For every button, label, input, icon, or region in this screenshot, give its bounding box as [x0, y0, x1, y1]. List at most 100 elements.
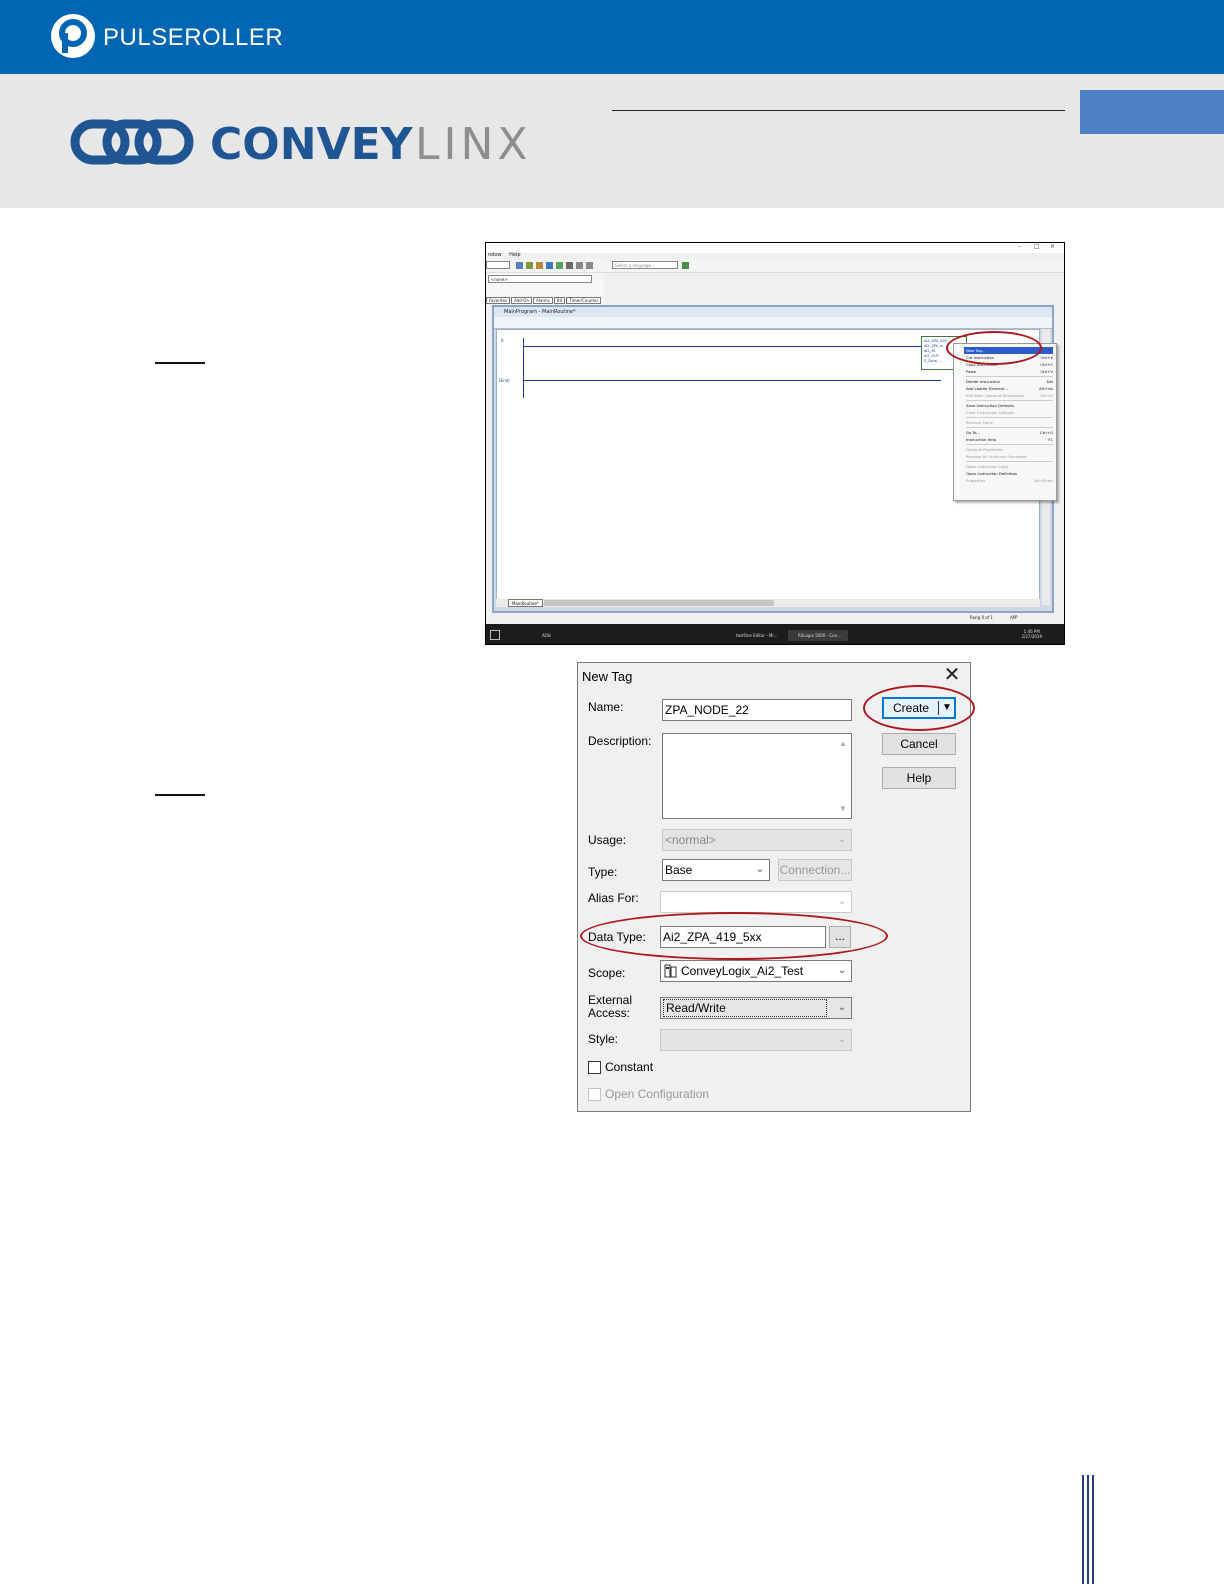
context-menu-item-label: Paste	[966, 369, 977, 374]
context-menu-item-label: Instruction Help	[966, 437, 997, 442]
help-button[interactable]: Help	[882, 767, 956, 789]
maximize-icon[interactable]: □	[1034, 243, 1040, 250]
tab-add-on[interactable]: Add-On	[511, 297, 533, 304]
context-menu: New Tag... Cut Instruction Ctrl+X Copy Inst…	[953, 343, 1057, 501]
data-type-browse-button[interactable]: ...	[829, 926, 851, 948]
name-label: Name:	[588, 700, 624, 714]
controller-icon	[664, 964, 677, 978]
chevron-down-icon[interactable]: ⌄	[835, 998, 849, 1018]
context-menu-item: Open Instruction Logic	[966, 463, 1053, 470]
context-menu-item[interactable]: Open Instruction Definition	[966, 470, 1053, 477]
header-accent-box	[1080, 90, 1224, 134]
context-menu-item[interactable]: Save Instruction Defaults	[966, 402, 1053, 409]
routine-tab[interactable]: MainRoutine*	[508, 599, 543, 607]
context-menu-item[interactable]: Instruction Help F1	[966, 436, 1053, 443]
context-menu-item[interactable]: Delete Instruction Del	[966, 378, 1053, 385]
chevron-down-icon[interactable]: ⌄	[835, 961, 849, 981]
context-menu-item: Edit Main Operand Description Ctrl+D	[966, 392, 1053, 399]
context-menu-shortcut: F1	[1048, 437, 1053, 442]
zoom-out-icon[interactable]	[586, 262, 593, 269]
close-icon[interactable]: ✕	[942, 664, 962, 686]
tab-favorites[interactable]: Favorites	[486, 297, 511, 304]
pulseroller-logo-icon	[51, 14, 95, 58]
context-menu-item-label: Remove All Unknown Parameter	[966, 454, 1028, 459]
toolbar-icon[interactable]	[566, 262, 573, 269]
chevron-down-icon[interactable]: ⌄	[753, 860, 767, 880]
taskbar-item[interactable]: testOne Editor - Mi...	[726, 630, 784, 641]
context-menu-separator	[966, 417, 1053, 418]
create-dropdown-icon[interactable]: ▼	[940, 699, 954, 717]
context-menu-item-label: Open Instruction Logic	[966, 464, 1009, 469]
start-icon[interactable]	[490, 630, 500, 640]
toolbar-icon[interactable]	[546, 262, 553, 269]
create-button[interactable]: Create ▼	[882, 697, 956, 719]
toolbar-icon[interactable]	[516, 262, 523, 269]
context-menu-shortcut: Ctrl+X	[1040, 355, 1053, 360]
status-rung: Rung 0 of 1	[970, 615, 993, 620]
zoom-in-icon[interactable]	[576, 262, 583, 269]
toolbar-icon[interactable]	[536, 262, 543, 269]
context-menu-shortcut: Ctrl+C	[1040, 362, 1053, 367]
context-menu-item: Clear Instruction Defaults	[966, 409, 1053, 416]
context-menu-item: Remove All Unknown Parameter	[966, 453, 1053, 460]
studio5000-screenshot: – □ × ndow Help Select a language... <no…	[485, 242, 1065, 645]
toolbar-icon[interactable]	[526, 262, 533, 269]
style-label: Style:	[588, 1032, 619, 1046]
constant-checkbox[interactable]	[588, 1061, 601, 1074]
constant-label[interactable]: Constant	[605, 1060, 653, 1074]
close-icon[interactable]: ×	[1050, 243, 1055, 250]
status-bar: Rung 0 of 1 APP	[486, 613, 1064, 623]
open-configuration-checkbox	[588, 1088, 601, 1101]
language-select[interactable]: Select a language...	[612, 261, 678, 269]
header-rule	[612, 110, 1065, 111]
external-access-select[interactable]: Read/Write ⌄	[660, 997, 852, 1019]
context-menu-separator	[966, 461, 1053, 462]
type-select[interactable]: Base ⌄	[662, 859, 770, 881]
taskbar-item-active[interactable]: RSLogix 5000 - Con...	[788, 630, 848, 641]
taskbar-item[interactable]: AOIs	[532, 630, 582, 641]
left-combo[interactable]: <none>	[488, 275, 592, 283]
description-field[interactable]: ▲ ▼	[662, 733, 852, 819]
context-menu-item[interactable]: Paste Ctrl+V	[966, 368, 1053, 375]
usage-value: <normal>	[665, 833, 716, 847]
context-menu-shortcut: Ctrl+V	[1040, 369, 1053, 374]
connection-button: Connection...	[778, 859, 852, 881]
context-menu-separator	[966, 400, 1053, 401]
brand-header-bar: PULSEROLLER	[0, 0, 1224, 74]
external-access-label: External Access:	[588, 994, 632, 1020]
scroll-thumb[interactable]	[544, 600, 774, 606]
path-combo[interactable]	[486, 261, 510, 269]
context-menu-item[interactable]: Go To... Ctrl+G	[966, 429, 1053, 436]
toolbar-icon[interactable]	[556, 262, 563, 269]
usage-select: <normal> ⌄	[662, 829, 852, 851]
menu-window[interactable]: ndow	[488, 252, 502, 258]
cancel-button[interactable]: Cancel	[882, 733, 956, 755]
minimize-icon[interactable]: –	[1018, 243, 1021, 250]
instruction-tabs: Favorites Add-On Alarms Bit Timer/Counter	[486, 297, 602, 304]
tab-timer-counter[interactable]: Timer/Counter	[566, 297, 602, 304]
context-menu-shortcut: Alt+Ins	[1039, 386, 1053, 391]
rung-end-label: (End)	[499, 378, 510, 383]
context-menu-item[interactable]: New Tag...	[964, 347, 1053, 354]
language-go-icon[interactable]	[682, 262, 689, 269]
context-menu-item[interactable]: Add Ladder Element... Alt+Ins	[966, 385, 1053, 392]
tab-alarms[interactable]: Alarms	[533, 297, 553, 304]
name-field[interactable]: ZPA_NODE_22	[662, 699, 852, 721]
context-menu-item-label: Optional Parameter	[966, 447, 1004, 452]
external-access-label-line: Access:	[588, 1006, 631, 1020]
dialog-title: New Tag	[582, 669, 633, 684]
menu-help[interactable]: Help	[509, 252, 520, 258]
context-menu-item[interactable]: Copy Instruction Ctrl+C	[966, 361, 1053, 368]
scroll-down-icon[interactable]: ▼	[836, 804, 850, 813]
scope-select[interactable]: ConveyLogix_Ai2_Test ⌄	[660, 960, 852, 982]
context-menu-item-label: Save Instruction Defaults	[966, 403, 1014, 408]
decorative-line	[1082, 1475, 1084, 1584]
scroll-up-icon[interactable]: ▲	[836, 739, 850, 748]
context-menu-item[interactable]: Cut Instruction Ctrl+X	[966, 354, 1053, 361]
data-type-field[interactable]: Ai2_ZPA_419_5xx	[660, 926, 826, 948]
description-scrollbar[interactable]: ▲ ▼	[836, 735, 850, 817]
tab-bit[interactable]: Bit	[553, 297, 566, 304]
end-rung-wire	[523, 380, 941, 381]
context-menu-separator	[966, 376, 1053, 377]
context-menu-shortcut: Ctrl+D	[1040, 393, 1053, 398]
